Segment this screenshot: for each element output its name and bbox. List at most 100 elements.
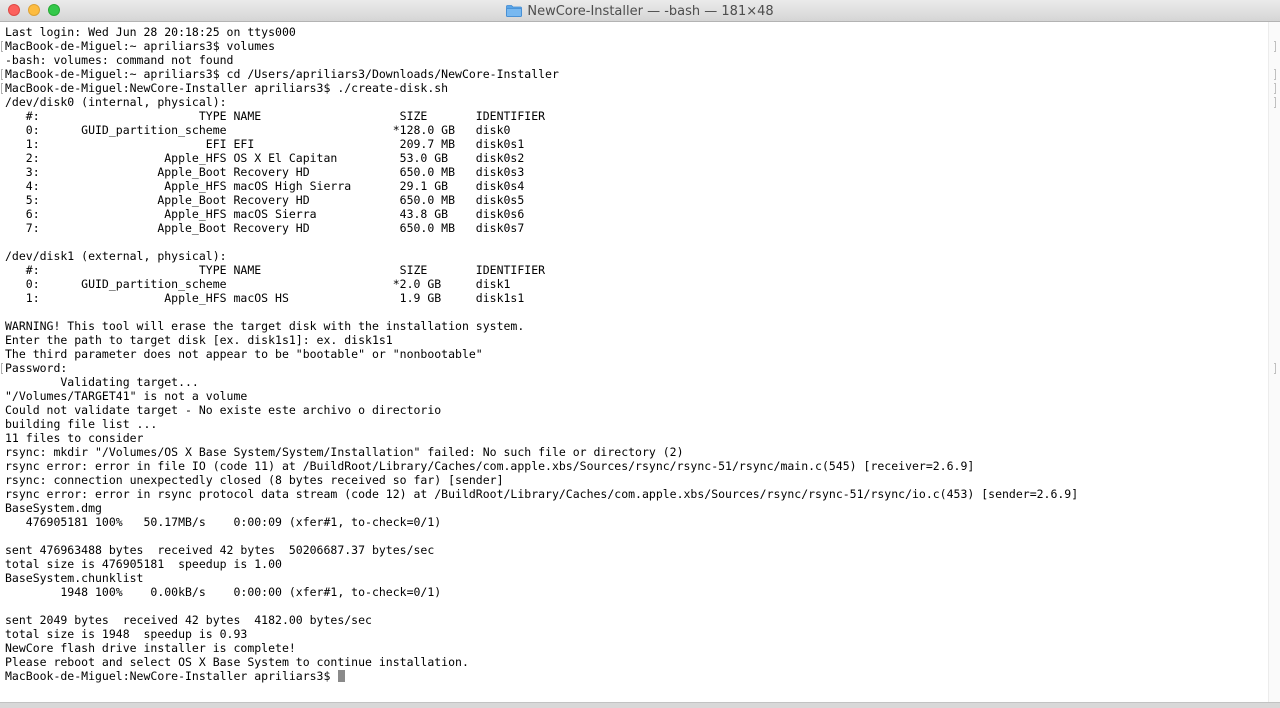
terminal-line: rsync: mkdir "/Volumes/OS X Base System/… (5, 445, 1078, 459)
terminal-line-text: 11 files to consider (5, 431, 144, 445)
terminal-line: 4: Apple_HFS macOS High Sierra 29.1 GB d… (5, 179, 1078, 193)
terminal-line: MacBook-de-Miguel:NewCore-Installer apri… (5, 81, 1078, 95)
terminal-line-text: Validating target... (5, 375, 199, 389)
terminal-line: WARNING! This tool will erase the target… (5, 319, 1078, 333)
terminal-line-text: sent 476963488 bytes received 42 bytes 5… (5, 543, 435, 557)
terminal-line: MacBook-de-Miguel:~ apriliars3$ cd /User… (5, 67, 1078, 81)
scroll-mark (1274, 69, 1276, 80)
terminal-line: 7: Apple_Boot Recovery HD 650.0 MB disk0… (5, 221, 1078, 235)
terminal-line-text: rsync: connection unexpectedly closed (8… (5, 473, 504, 487)
terminal-line-text: Password: (5, 361, 68, 375)
terminal-line-text: Enter the path to target disk [ex. disk1… (5, 333, 393, 347)
terminal-window: NewCore-Installer — -bash — 181×48 Last … (0, 0, 1280, 708)
text-cursor (338, 670, 346, 682)
window-title: NewCore-Installer — -bash — 181×48 (527, 3, 774, 19)
terminal-line-text: WARNING! This tool will erase the target… (5, 319, 525, 333)
terminal-line: Enter the path to target disk [ex. disk1… (5, 333, 1078, 347)
folder-icon (506, 5, 523, 17)
terminal-line-text: rsync: mkdir "/Volumes/OS X Base System/… (5, 445, 684, 459)
terminal-line-text: MacBook-de-Miguel:~ apriliars3$ volumes (5, 39, 276, 53)
terminal-line: rsync error: error in file IO (code 11) … (5, 459, 1078, 473)
terminal-line-text: 5: Apple_Boot Recovery HD 650.0 MB disk0… (5, 193, 525, 207)
terminal-line-text: "/Volumes/TARGET41" is not a volume (5, 389, 248, 403)
terminal-line-text: sent 2049 bytes received 42 bytes 4182.0… (5, 613, 372, 627)
terminal-line: 6: Apple_HFS macOS Sierra 43.8 GB disk0s… (5, 207, 1078, 221)
title-bar[interactable]: NewCore-Installer — -bash — 181×48 (0, 0, 1280, 22)
scroll-mark (1274, 41, 1276, 52)
terminal-line: 0: GUID_partition_scheme *2.0 GB disk1 (5, 277, 1078, 291)
terminal-output[interactable]: Last login: Wed Jun 28 20:18:25 on ttys0… (0, 22, 1268, 702)
terminal-line: 3: Apple_Boot Recovery HD 650.0 MB disk0… (5, 165, 1078, 179)
terminal-line: MacBook-de-Miguel:~ apriliars3$ volumes (5, 39, 1078, 53)
terminal-line: 11 files to consider (5, 431, 1078, 445)
terminal-line-text: 6: Apple_HFS macOS Sierra 43.8 GB disk0s… (5, 207, 525, 221)
terminal-line-text: #: TYPE NAME SIZE IDENTIFIER (5, 109, 546, 123)
terminal-line: 5: Apple_Boot Recovery HD 650.0 MB disk0… (5, 193, 1078, 207)
terminal-line-text: Please reboot and select OS X Base Syste… (5, 655, 469, 669)
terminal-line: #: TYPE NAME SIZE IDENTIFIER (5, 109, 1078, 123)
terminal-line: 476905181 100% 50.17MB/s 0:00:09 (xfer#1… (5, 515, 1078, 529)
terminal-line-text: 0: GUID_partition_scheme *128.0 GB disk0 (5, 123, 511, 137)
terminal-line: Please reboot and select OS X Base Syste… (5, 655, 1078, 669)
prompt-mark (1, 41, 3, 52)
scroll-mark (1274, 83, 1276, 94)
terminal-line-text: 1948 100% 0.00kB/s 0:00:00 (xfer#1, to-c… (5, 585, 442, 599)
terminal-line-text: 3: Apple_Boot Recovery HD 650.0 MB disk0… (5, 165, 525, 179)
terminal-line-text: The third parameter does not appear to b… (5, 347, 483, 361)
terminal-line-text: NewCore flash drive installer is complet… (5, 641, 296, 655)
terminal-line: MacBook-de-Miguel:NewCore-Installer apri… (5, 669, 1078, 683)
terminal-line-text: 1: Apple_HFS macOS HS 1.9 GB disk1s1 (5, 291, 525, 305)
terminal-line: "/Volumes/TARGET41" is not a volume (5, 389, 1078, 403)
terminal-line-text: 4: Apple_HFS macOS High Sierra 29.1 GB d… (5, 179, 525, 193)
terminal-line: -bash: volumes: command not found (5, 53, 1078, 67)
terminal-line: Password: (5, 361, 1078, 375)
scroll-mark (1274, 363, 1276, 374)
terminal-line: BaseSystem.chunklist (5, 571, 1078, 585)
terminal-line: /dev/disk1 (external, physical): (5, 249, 1078, 263)
terminal-line-text: MacBook-de-Miguel:~ apriliars3$ cd /User… (5, 67, 559, 81)
terminal-line: NewCore flash drive installer is complet… (5, 641, 1078, 655)
terminal-line: Could not validate target - No existe es… (5, 403, 1078, 417)
window-title-group: NewCore-Installer — -bash — 181×48 (0, 0, 1280, 22)
terminal-line-text: MacBook-de-Miguel:NewCore-Installer apri… (5, 81, 449, 95)
terminal-line-text: /dev/disk0 (internal, physical): (5, 95, 227, 109)
prompt-mark (1, 83, 3, 94)
terminal-line-text: 476905181 100% 50.17MB/s 0:00:09 (xfer#1… (5, 515, 442, 529)
terminal-line-text: total size is 476905181 speedup is 1.00 (5, 557, 282, 571)
terminal-line: 0: GUID_partition_scheme *128.0 GB disk0 (5, 123, 1078, 137)
terminal-line: total size is 1948 speedup is 0.93 (5, 627, 1078, 641)
terminal-line-text: building file list ... (5, 417, 158, 431)
terminal-line: #: TYPE NAME SIZE IDENTIFIER (5, 263, 1078, 277)
terminal-line-text: 2: Apple_HFS OS X El Capitan 53.0 GB dis… (5, 151, 525, 165)
terminal-line-text: 7: Apple_Boot Recovery HD 650.0 MB disk0… (5, 221, 525, 235)
terminal-line-text: Could not validate target - No existe es… (5, 403, 442, 417)
terminal-line-text: BaseSystem.dmg (5, 501, 102, 515)
terminal-line: 1: Apple_HFS macOS HS 1.9 GB disk1s1 (5, 291, 1078, 305)
scroll-mark (1274, 97, 1276, 108)
vertical-scrollbar[interactable] (1268, 22, 1280, 702)
terminal-line-text: rsync error: error in rsync protocol dat… (5, 487, 1079, 501)
terminal-line-text: /dev/disk1 (external, physical): (5, 249, 227, 263)
prompt-mark (1, 69, 3, 80)
terminal-line: building file list ... (5, 417, 1078, 431)
terminal-line-text: 0: GUID_partition_scheme *2.0 GB disk1 (5, 277, 511, 291)
terminal-line: /dev/disk0 (internal, physical): (5, 95, 1078, 109)
terminal-line: sent 476963488 bytes received 42 bytes 5… (5, 543, 1078, 557)
terminal-line-text: Last login: Wed Jun 28 20:18:25 on ttys0… (5, 25, 296, 39)
terminal-line: sent 2049 bytes received 42 bytes 4182.0… (5, 613, 1078, 627)
terminal-line-text: MacBook-de-Miguel:NewCore-Installer apri… (5, 669, 338, 683)
terminal-line: Validating target... (5, 375, 1078, 389)
terminal-line-text: -bash: volumes: command not found (5, 53, 234, 67)
window-bottom-edge (0, 702, 1280, 708)
terminal-line: 1: EFI EFI 209.7 MB disk0s1 (5, 137, 1078, 151)
terminal-line-text: total size is 1948 speedup is 0.93 (5, 627, 248, 641)
terminal-line: Last login: Wed Jun 28 20:18:25 on ttys0… (5, 25, 1078, 39)
terminal-line: BaseSystem.dmg (5, 501, 1078, 515)
terminal-line-text: 1: EFI EFI 209.7 MB disk0s1 (5, 137, 525, 151)
terminal-line: The third parameter does not appear to b… (5, 347, 1078, 361)
terminal-line: rsync error: error in rsync protocol dat… (5, 487, 1078, 501)
